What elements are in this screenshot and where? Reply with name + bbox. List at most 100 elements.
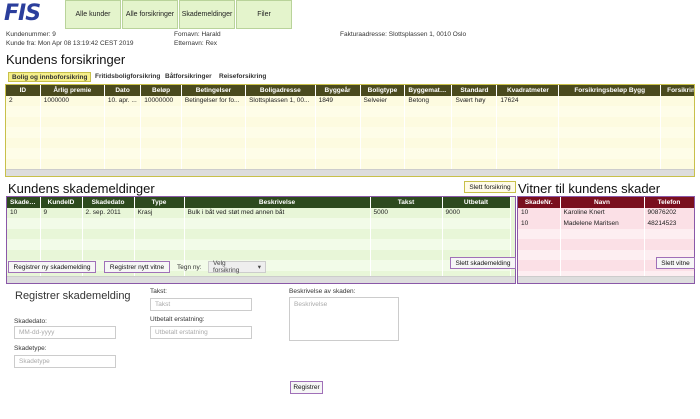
- nav-all-insurances[interactable]: Alle forsikringer: [122, 0, 178, 29]
- table-cell: Betingelser for fo...: [181, 95, 247, 106]
- damages-column-header[interactable]: SkadeNr.: [7, 197, 41, 208]
- tab-bolig-innbo[interactable]: Bolig og innboforsikring: [8, 72, 92, 82]
- table-row[interactable]: 10 9 2. sep. 2011 Krasj Bulk i båt ved støt …: [7, 207, 511, 218]
- witnesses-column-header[interactable]: Navn: [560, 197, 645, 208]
- damages-column-header[interactable]: Beskrivelse: [184, 197, 371, 208]
- submit-register-button[interactable]: Registrer: [290, 381, 323, 394]
- register-damage-button[interactable]: Registrer ny skademelding: [8, 261, 96, 273]
- insurance-column-header[interactable]: Forsikringsbeløp Bygg: [558, 85, 662, 96]
- witnesses-heading: Vitner til kundens skader: [518, 181, 661, 196]
- table-cell: 1849: [315, 95, 361, 106]
- etternavn-label: Etternavn:: [174, 40, 204, 47]
- witnesses-header-row: SkadeNr. Navn Telefon: [518, 197, 694, 208]
- insurance-column-header[interactable]: Standard: [451, 85, 498, 96]
- damages-column-header[interactable]: Skadedato: [82, 197, 135, 208]
- type-label: Skadetype:: [14, 345, 47, 352]
- table-cell: 1000000: [40, 95, 105, 106]
- table-cell: 10000000: [140, 95, 182, 106]
- table-cell: Svært høy: [451, 95, 498, 106]
- table-row[interactable]: 2 1000000 10. apr. ... 10000000 Betingelser …: [6, 95, 694, 106]
- table-cell: Karoline Knert: [560, 207, 645, 218]
- customer-info-left: Kundenummer: 9 Kunde fra: Mon Apr 08 13:…: [6, 30, 133, 48]
- fornavn-label: Fornavn:: [174, 31, 200, 38]
- insurance-h-scrollbar[interactable]: [6, 169, 694, 176]
- insurance-column-header[interactable]: Byggemate...: [404, 85, 453, 96]
- table-cell: Madelene Maritsen: [560, 218, 645, 229]
- kundefra-label: Kunde fra:: [6, 40, 36, 47]
- table-cell: Selveier: [360, 95, 406, 106]
- tab-reiseforsikring[interactable]: Reiseforsikring: [216, 72, 269, 82]
- description-label: Beskrivelse av skaden:: [289, 288, 356, 295]
- table-cell: 48214523: [644, 218, 694, 229]
- table-cell: 17624: [496, 95, 560, 106]
- empty-row: [518, 239, 694, 250]
- table-cell: 2. sep. 2011: [82, 207, 135, 218]
- witnesses-column-header[interactable]: Telefon: [644, 197, 694, 208]
- register-witness-button[interactable]: Registrer nytt vitne: [104, 261, 170, 273]
- form-title: Registrer skademelding: [15, 290, 131, 302]
- damages-column-header[interactable]: Utbetalt: [442, 197, 511, 208]
- insurance-column-header[interactable]: Byggeår: [315, 85, 361, 96]
- insurance-column-header[interactable]: Årlig premie: [40, 85, 105, 96]
- table-cell: Bulk i båt ved støt med annen båt: [184, 207, 371, 218]
- empty-row: [6, 158, 694, 169]
- insurance-table: ID Årlig premie Dato Beløp Betingelser Boliga…: [5, 84, 695, 177]
- empty-row: [7, 218, 511, 229]
- customer-info-right: Fakturaadresse: Slottsplassen 1, 0010 Os…: [340, 30, 466, 39]
- chevron-down-icon: ▾: [257, 264, 261, 271]
- empty-row: [6, 127, 694, 138]
- insurance-column-header[interactable]: ID: [6, 85, 41, 96]
- empty-row: [6, 148, 694, 159]
- nav-damage-reports[interactable]: Skademeldinger: [179, 0, 235, 29]
- insurance-select[interactable]: Velg forsikring ▾: [208, 260, 266, 274]
- fis-logo[interactable]: FIS: [4, 1, 62, 27]
- witnesses-column-header[interactable]: SkadeNr.: [518, 197, 561, 208]
- takst-label: Takst:: [150, 288, 167, 295]
- table-cell: 9: [40, 207, 83, 218]
- paid-label: Utbetalt erstatning:: [150, 316, 205, 323]
- delete-damage-button[interactable]: Slett skademelding: [450, 257, 516, 269]
- description-textarea[interactable]: Beskrivelse: [289, 297, 399, 341]
- kundenummer-value: 9: [52, 31, 56, 38]
- insurance-select-value: Velg forsikring: [213, 260, 240, 274]
- table-cell: 10: [518, 207, 561, 218]
- paid-input[interactable]: Utbetalt erstatning: [150, 326, 252, 339]
- table-cell: 9000: [442, 207, 511, 218]
- table-row[interactable]: 10 Madelene Maritsen 48214523: [518, 218, 694, 229]
- draw-new-label: Tegn ny:: [177, 264, 202, 271]
- table-cell: [558, 95, 662, 106]
- kundenummer-label: Kundenummer:: [6, 31, 51, 38]
- damages-column-header[interactable]: KundeID: [40, 197, 83, 208]
- type-input[interactable]: Skadetype: [14, 355, 116, 368]
- nav-files[interactable]: Filer: [236, 0, 292, 29]
- takst-input[interactable]: Takst: [150, 298, 252, 311]
- insurance-column-header[interactable]: Dato: [104, 85, 142, 96]
- damages-column-header[interactable]: Takst: [370, 197, 443, 208]
- damages-h-scrollbar[interactable]: [7, 276, 515, 283]
- faktura-label: Fakturaadresse:: [340, 31, 387, 38]
- insurance-column-header[interactable]: Boligtype: [360, 85, 406, 96]
- tab-fritidsbolig[interactable]: Fritidsboligforsikring: [92, 72, 163, 82]
- insurance-column-header[interactable]: Forsikring: [660, 85, 694, 96]
- nav-all-customers[interactable]: Alle kunder: [65, 0, 121, 29]
- witnesses-h-scrollbar[interactable]: [518, 276, 694, 283]
- insurance-column-header[interactable]: Boligadresse: [245, 85, 316, 96]
- tab-batforsikringer[interactable]: Båtforsikringer: [162, 72, 215, 82]
- damages-column-header[interactable]: Type: [134, 197, 185, 208]
- table-cell: 10: [7, 207, 41, 218]
- delete-insurance-button[interactable]: Slett forsikring: [464, 181, 516, 193]
- table-cell: 10: [518, 218, 561, 229]
- insurance-column-header[interactable]: Kvadratmeter: [496, 85, 560, 96]
- delete-witness-button[interactable]: Slett vitne: [656, 257, 695, 269]
- insurance-column-header[interactable]: Betingelser: [181, 85, 247, 96]
- customer-info-middle: Fornavn: Harald Etternavn: Rex: [174, 30, 221, 48]
- date-input[interactable]: MM-dd-yyyy: [14, 326, 116, 339]
- insurance-column-header[interactable]: Beløp: [140, 85, 182, 96]
- fornavn-value: Harald: [201, 31, 221, 38]
- damages-heading: Kundens skademeldinger: [8, 181, 155, 196]
- kundefra-value: Mon Apr 08 13:19:42 CEST 2019: [37, 40, 134, 47]
- table-cell: Slottsplassen 1, 00...: [245, 95, 316, 106]
- table-cell: 10. apr. ...: [104, 95, 142, 106]
- table-row[interactable]: 10 Karoline Knert 90876202: [518, 207, 694, 218]
- table-cell: [660, 95, 694, 106]
